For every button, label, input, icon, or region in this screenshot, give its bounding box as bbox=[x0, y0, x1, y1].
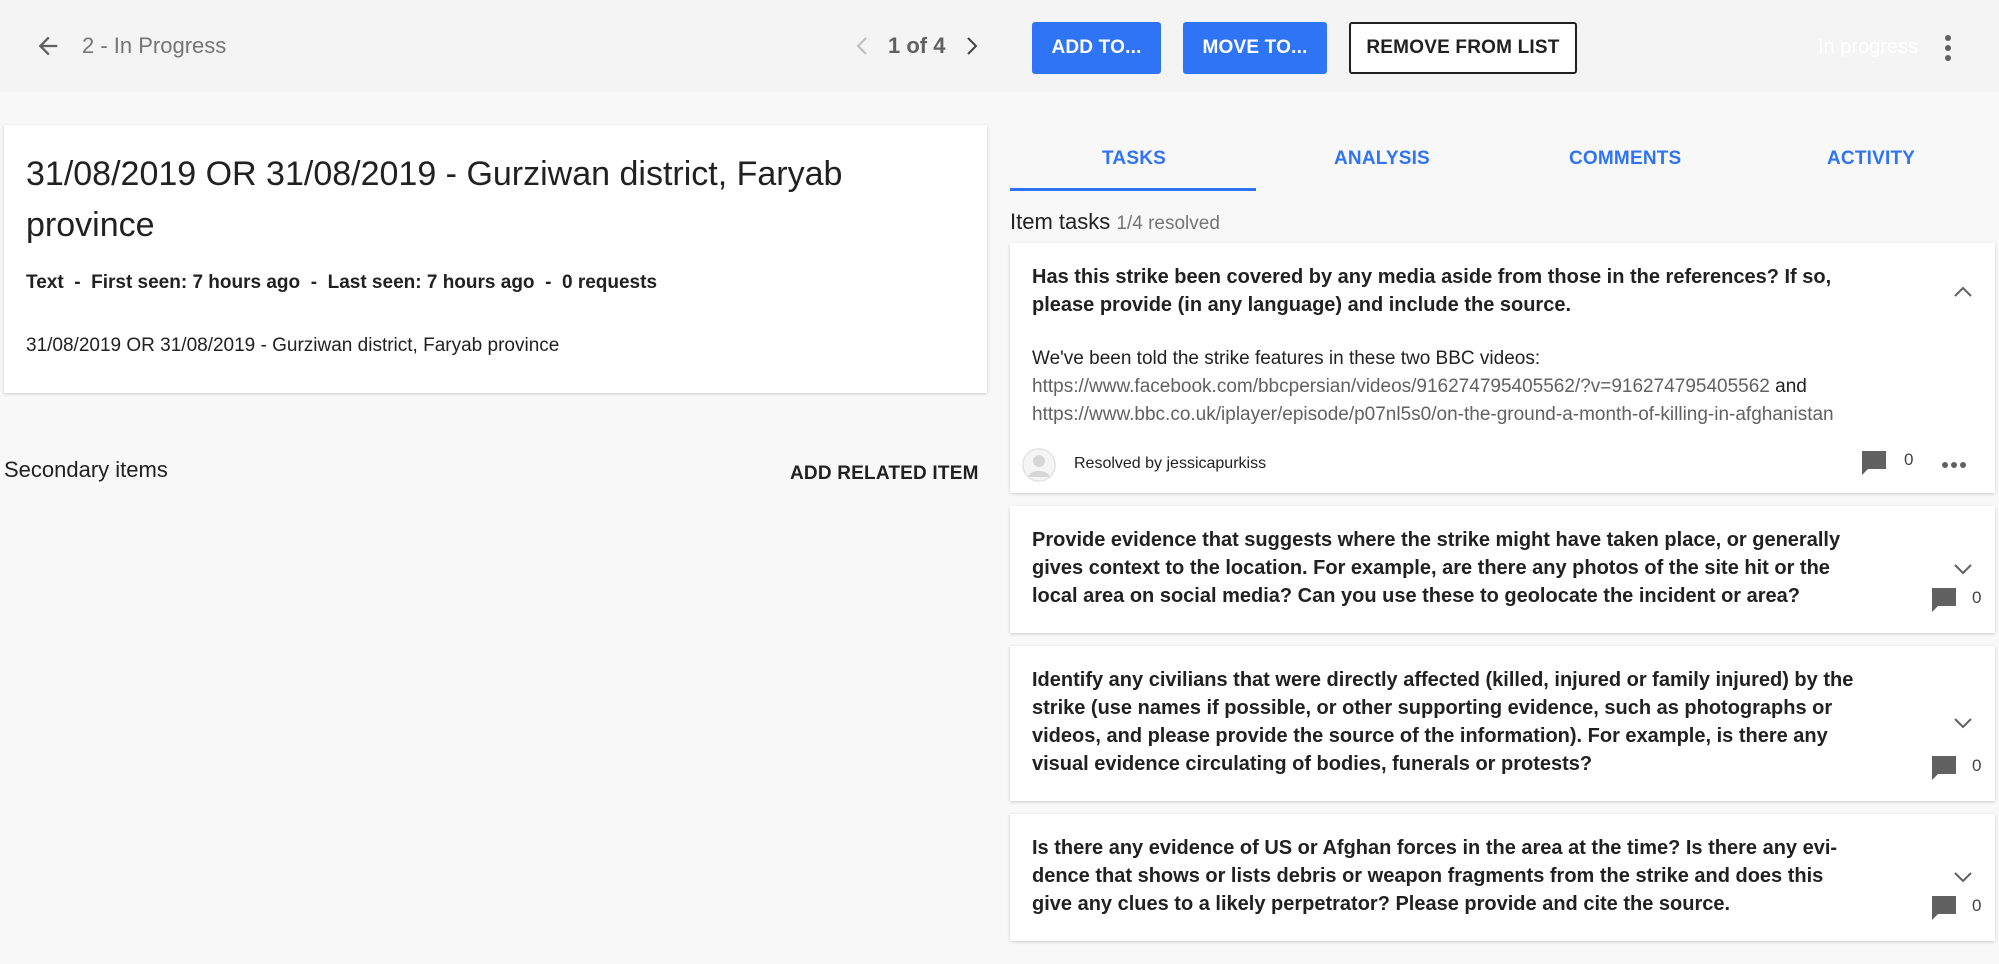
chevron-up-icon[interactable] bbox=[1952, 285, 1974, 299]
arrow-back-icon[interactable] bbox=[34, 32, 62, 60]
task-card[interactable]: Identify any civilians that were directl… bbox=[1010, 646, 1995, 801]
status-text: In progress bbox=[1818, 36, 1919, 58]
remove-from-list-button[interactable]: REMOVE FROM LIST bbox=[1349, 22, 1577, 74]
tasks-heading: Item tasks 1/4 resolved bbox=[1010, 209, 1220, 235]
avatar bbox=[1022, 448, 1056, 482]
tab-analysis[interactable]: ANALYSIS bbox=[1334, 148, 1430, 170]
answer-connector: and bbox=[1769, 376, 1807, 397]
task-question: Identify any civilians that were directl… bbox=[1032, 669, 1854, 775]
item-description: 31/08/2019 OR 31/08/2019 - Gurziwan dist… bbox=[26, 335, 560, 356]
list-name: 2 - In Progress bbox=[82, 33, 227, 58]
comment-icon[interactable] bbox=[1930, 754, 1958, 782]
item-title: 31/08/2019 OR 31/08/2019 - Gurziwan dist… bbox=[26, 155, 843, 244]
more-vertical-icon[interactable] bbox=[1938, 32, 1958, 64]
tab-tasks[interactable]: TASKS bbox=[1102, 148, 1166, 170]
tasks-resolved-count: 1/4 resolved bbox=[1116, 213, 1220, 234]
pager-position: 1 of 4 bbox=[888, 33, 946, 58]
task-question: Provide evidence that suggests where the… bbox=[1032, 529, 1841, 607]
active-tab-indicator bbox=[1010, 188, 1256, 191]
more-horizontal-icon[interactable] bbox=[1941, 461, 1967, 469]
task-card[interactable]: Has this strike been covered by any medi… bbox=[1010, 243, 1995, 493]
user-avatar-icon bbox=[1022, 448, 1056, 482]
tab-bar: TASKS ANALYSIS COMMENTS ACTIVITY bbox=[1010, 130, 1996, 192]
task-card[interactable]: Provide evidence that suggests where the… bbox=[1010, 506, 1995, 633]
chevron-left-icon[interactable] bbox=[852, 34, 872, 58]
comment-count: 0 bbox=[1904, 450, 1914, 469]
task-question: Has this strike been covered by any medi… bbox=[1032, 266, 1832, 316]
comment-icon[interactable] bbox=[1930, 894, 1958, 922]
comment-icon[interactable] bbox=[1930, 586, 1958, 614]
chevron-down-icon[interactable] bbox=[1952, 716, 1974, 730]
secondary-items-heading: Secondary items bbox=[4, 457, 168, 482]
chevron-down-icon[interactable] bbox=[1952, 562, 1974, 576]
tab-activity[interactable]: ACTIVITY bbox=[1827, 148, 1915, 170]
comment-count: 0 bbox=[1972, 588, 1982, 607]
tab-comments[interactable]: COMMENTS bbox=[1569, 148, 1681, 170]
comment-count: 0 bbox=[1972, 756, 1982, 775]
comment-count: 0 bbox=[1972, 896, 1982, 915]
item-card: 31/08/2019 OR 31/08/2019 - Gurziwan dist… bbox=[4, 125, 987, 393]
comment-icon[interactable] bbox=[1860, 449, 1888, 477]
top-toolbar: 2 - In Progress 1 of 4 ADD TO... MOVE TO… bbox=[0, 0, 1999, 92]
chevron-down-icon[interactable] bbox=[1952, 870, 1974, 884]
item-metadata: Text - First seen: 7 hours ago - Last se… bbox=[26, 272, 658, 293]
task-answer: We've been told the strike features in t… bbox=[1032, 345, 1972, 429]
move-to-button[interactable]: MOVE TO... bbox=[1183, 22, 1327, 74]
resolved-by: Resolved by jessicapurkiss bbox=[1074, 455, 1267, 472]
chevron-right-icon[interactable] bbox=[962, 34, 982, 58]
add-related-item-button[interactable]: ADD RELATED ITEM bbox=[790, 463, 979, 485]
tasks-heading-label: Item tasks bbox=[1010, 209, 1111, 234]
add-to-button[interactable]: ADD TO... bbox=[1032, 22, 1161, 74]
task-card[interactable]: Is there any evidence of US or Afghan fo… bbox=[1010, 814, 1995, 941]
answer-intro: We've been told the strike features in t… bbox=[1032, 348, 1541, 369]
task-question: Is there any evidence of US or Afghan fo… bbox=[1032, 837, 1838, 915]
answer-link[interactable]: https://www.facebook.com/bbcpersian/vide… bbox=[1032, 376, 1770, 397]
answer-link[interactable]: https://www.bbc.co.uk/iplayer/episode/p0… bbox=[1032, 404, 1834, 425]
